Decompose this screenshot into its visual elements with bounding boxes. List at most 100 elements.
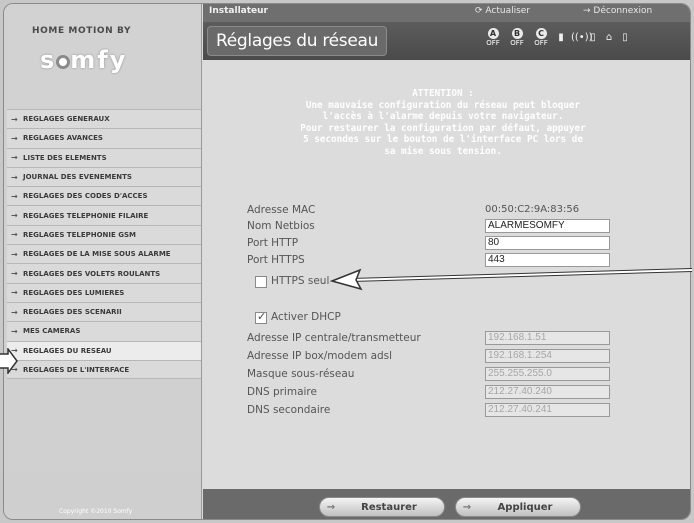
netbios-label: Nom Netbios <box>247 220 315 232</box>
brand-logo: s mfy <box>40 46 127 74</box>
apply-label: Appliquer <box>497 501 553 513</box>
https-only-checkbox[interactable] <box>255 276 267 288</box>
sidebar-item-scenarii[interactable]: → REGLAGES DES SCENARII <box>7 301 201 322</box>
sidebar-item-volets-roulants[interactable]: → REGLAGES DES VOLETS ROULANTS <box>7 263 201 283</box>
netbios-row: Nom Netbios ALARMESOMFY <box>247 219 627 235</box>
zone-a-state: OFF <box>486 39 500 47</box>
refresh-label: Actualiser <box>485 6 531 16</box>
door-icon: ▯ <box>590 31 596 43</box>
sidebar-item-journal-evenements[interactable]: → JOURNAL DES EVENEMENTS <box>7 166 201 187</box>
status-icons: A OFF B OFF C OFF ▮ ((•)) ▯ ⌂ ▯ <box>483 28 631 47</box>
sidebar-item-label: REGLAGES TELEPHONIE GSM <box>23 230 136 239</box>
arrow-right-icon: → <box>11 191 18 201</box>
warning-line: 5 secondes sur le bouton de l'interface … <box>303 134 583 146</box>
arrow-right-icon: → <box>11 249 18 259</box>
sidebar-item-mes-cameras[interactable]: → MES CAMERAS <box>7 321 201 341</box>
sidebar-item-liste-elements[interactable]: → LISTE DES ELEMENTS <box>7 147 201 167</box>
sidebar-item-telephonie-gsm[interactable]: → REGLAGES TELEPHONIE GSM <box>7 224 201 245</box>
http-port-input[interactable]: 80 <box>485 236 610 250</box>
warning-title: ATTENTION : <box>412 88 474 99</box>
ip-central-input[interactable]: 192.168.1.51 <box>485 331 610 345</box>
ip-central-row: Adresse IP centrale/transmetteur 192.168… <box>247 331 627 347</box>
arrow-right-icon: → <box>462 501 472 513</box>
arrow-right-icon: → <box>11 153 18 163</box>
mask-row: Masque sous-réseau 255.255.255.0 <box>247 367 627 383</box>
https-port-row: Port HTTPS 443 <box>247 253 627 269</box>
battery-icon: ▮ <box>558 31 564 43</box>
http-port-row: Port HTTP 80 <box>247 236 627 252</box>
dns1-label: DNS primaire <box>247 386 317 398</box>
arrow-right-icon: → <box>326 501 336 513</box>
sidebar-item-label: REGLAGES DES VOLETS ROULANTS <box>23 269 161 278</box>
arrow-right-icon: → <box>11 230 18 240</box>
refresh-link[interactable]: ⟳ Actualiser <box>475 6 530 16</box>
sidebar-item-codes-acces[interactable]: → REGLAGES DES CODES D'ACCES <box>7 186 201 206</box>
arrow-right-icon: → <box>11 211 18 221</box>
zone-c-icon: C <box>535 28 547 39</box>
mac-value: 00:50:C2:9A:83:56 <box>485 204 580 215</box>
https-only-label: HTTPS seul <box>271 275 330 287</box>
sidebar-item-label: REGLAGES DE LA MISE SOUS ALARME <box>23 250 171 259</box>
dhcp-checkbox[interactable] <box>255 310 267 324</box>
arrow-right-icon: → <box>11 326 18 336</box>
sidebar-item-reseau[interactable]: → REGLAGES DU RESEAU <box>7 340 201 360</box>
warning-line: Pour restaurer la configuration par défa… <box>300 122 586 134</box>
zone-a-icon: A <box>487 28 499 39</box>
dns1-input[interactable]: 212.27.40.240 <box>485 385 610 399</box>
mask-input[interactable]: 255.255.255.0 <box>485 367 610 381</box>
arrow-right-icon: → <box>11 269 18 279</box>
ip-central-label: Adresse IP centrale/transmetteur <box>247 332 421 344</box>
zone-b-state: OFF <box>510 39 524 47</box>
brand-tagline: HOME MOTION BY <box>32 26 132 36</box>
mac-row: Adresse MAC 00:50:C2:9A:83:56 <box>247 203 627 219</box>
apply-button[interactable]: → Appliquer <box>455 497 581 517</box>
sidebar-item-label: LISTE DES ELEMENTS <box>23 153 107 162</box>
tamper-icon: ▯ <box>622 31 628 43</box>
sidebar-item-mise-sous-alarme[interactable]: → REGLAGES DE LA MISE SOUS ALARME <box>7 244 201 264</box>
arrow-right-icon: → <box>583 6 594 16</box>
sidebar-item-interface[interactable]: → REGLAGES DE L'INTERFACE <box>7 359 201 380</box>
arrow-right-icon: → <box>11 172 18 182</box>
warning-line: l'accès à l'alarme depuis votre navigate… <box>322 111 564 123</box>
sidebar-item-label: REGLAGES DES SCENARII <box>23 308 122 317</box>
sidebar-nav: → REGLAGES GENERAUX → REGLAGES AVANCES → LI… <box>7 109 201 380</box>
ip-box-row: Adresse IP box/modem adsl 192.168.1.254 <box>247 349 627 365</box>
callout-arrow-icon <box>330 268 693 291</box>
title-bar: Réglages du réseau A OFF B OFF C OFF ▮ ((•)… <box>203 22 690 60</box>
sidebar-item-reglages-avances[interactable]: → REGLAGES AVANCES <box>7 128 201 148</box>
logout-label: Déconnexion <box>593 6 653 16</box>
pointer-arrow-icon <box>0 348 18 374</box>
ip-box-label: Adresse IP box/modem adsl <box>247 350 393 362</box>
netbios-input[interactable]: ALARMESOMFY <box>485 219 610 233</box>
arrow-right-icon: → <box>11 288 18 298</box>
dns2-row: DNS secondaire 212.27.40.241 <box>247 403 627 419</box>
top-bar: Installateur ⟳ Actualiser → Déconnexion <box>203 4 690 22</box>
logo-dot-icon <box>56 55 71 69</box>
dns2-label: DNS secondaire <box>247 404 331 416</box>
warning-line: Une mauvaise configuration du réseau peu… <box>305 99 581 111</box>
sidebar-item-label: REGLAGES DES CODES D'ACCES <box>23 192 148 201</box>
sidebar-item-label: REGLAGES DES LUMIERES <box>23 288 125 297</box>
restore-button[interactable]: → Restaurer <box>319 497 445 517</box>
ip-box-input[interactable]: 192.168.1.254 <box>485 349 610 363</box>
copyright: Copyright ©2010 Somfy <box>59 508 133 515</box>
sidebar-item-reglages-generaux[interactable]: → REGLAGES GENERAUX <box>7 109 201 129</box>
zone-a-status: A OFF <box>483 28 503 47</box>
sidebar-item-label: REGLAGES DU RESEAU <box>23 346 112 355</box>
http-port-label: Port HTTP <box>247 237 299 249</box>
sidebar-item-lumieres[interactable]: → REGLAGES DES LUMIERES <box>7 282 201 302</box>
warning-message: ATTENTION : Une mauvaise configuration d… <box>233 88 653 158</box>
page-title: Réglages du réseau <box>207 26 388 56</box>
sidebar-item-label: REGLAGES TELEPHONIE FILAIRE <box>23 211 149 220</box>
mac-label: Adresse MAC <box>247 204 316 216</box>
logout-link[interactable]: → Déconnexion <box>583 6 652 16</box>
dns2-input[interactable]: 212.27.40.241 <box>485 403 610 417</box>
arrow-right-icon: → <box>11 133 18 143</box>
user-role-title: Installateur <box>209 6 268 16</box>
restore-label: Restaurer <box>361 501 417 513</box>
https-port-input[interactable]: 443 <box>485 253 610 267</box>
sidebar-item-label: JOURNAL DES EVENEMENTS <box>23 173 132 182</box>
sidebar-item-telephonie-filaire[interactable]: → REGLAGES TELEPHONIE FILAIRE <box>7 205 201 225</box>
footer-bar: → Restaurer → Appliquer <box>203 489 690 519</box>
home-icon: ⌂ <box>605 31 613 43</box>
